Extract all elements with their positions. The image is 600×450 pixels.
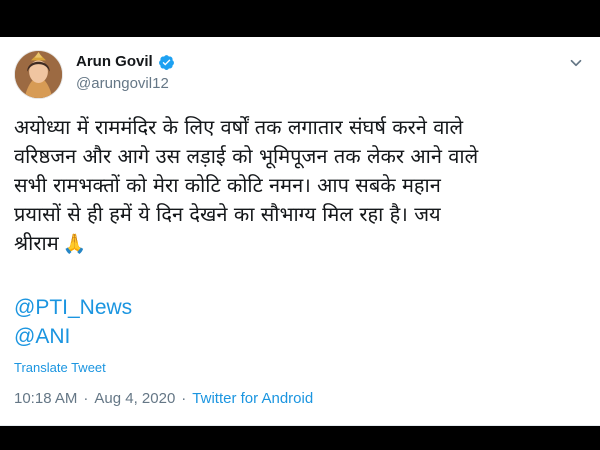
folded-hands-icon: 🙏 (62, 233, 87, 255)
tweet-date[interactable]: Aug 4, 2020 (94, 389, 175, 409)
mention-link[interactable]: @PTI_News (14, 293, 132, 322)
tweet-time[interactable]: 10:18 AM (14, 389, 77, 409)
author-name[interactable]: Arun Govil (76, 52, 153, 72)
tweet-meta: 10:18 AM · Aug 4, 2020 · Twitter for And… (14, 389, 313, 409)
divider (0, 425, 600, 426)
mention-link[interactable]: @ANI (14, 322, 70, 351)
verified-badge-icon (158, 54, 174, 70)
translate-tweet-link[interactable]: Translate Tweet (14, 359, 106, 377)
tweet-text: अयोध्या में राममंदिर के लिए वर्षों तक लग… (14, 113, 594, 259)
author-block[interactable]: Arun Govil @arungovil12 (76, 51, 175, 95)
tweet-source[interactable]: Twitter for Android (192, 389, 313, 409)
meta-separator: · (181, 390, 187, 407)
mentions-block: @PTI_News @ANI (14, 293, 574, 351)
author-handle[interactable]: @arungovil12 (76, 74, 175, 94)
tweet-card: Arun Govil @arungovil12 अयोध्या में रामम… (0, 37, 600, 426)
meta-separator: · (83, 390, 89, 407)
avatar[interactable] (14, 50, 63, 99)
author-name-row: Arun Govil (76, 51, 175, 73)
chevron-down-icon[interactable] (567, 54, 585, 72)
